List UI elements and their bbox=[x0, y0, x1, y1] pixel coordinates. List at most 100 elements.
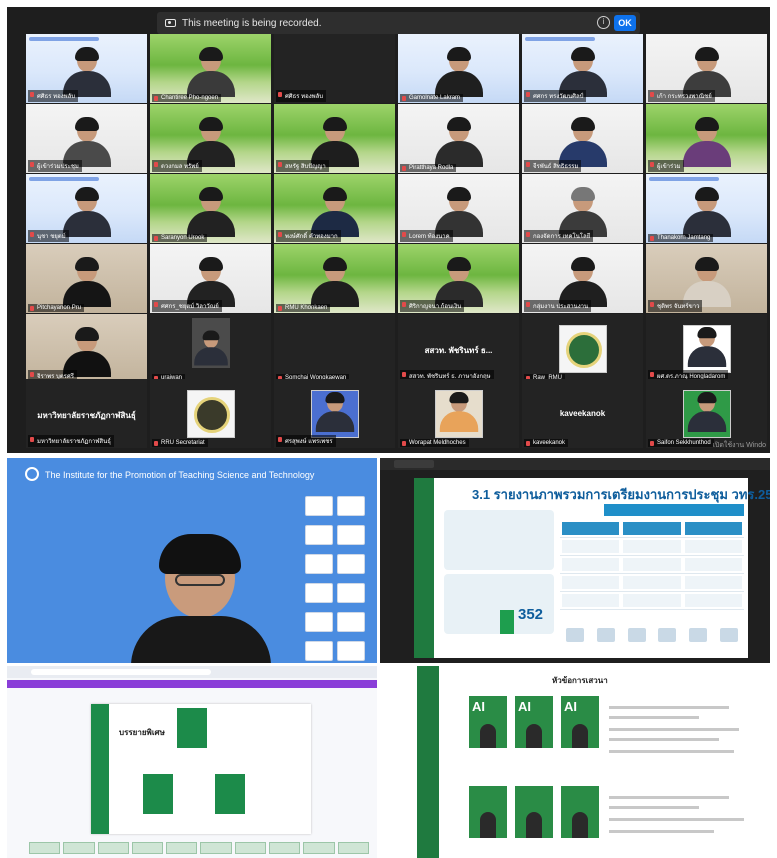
agenda-heading: หัวข้อการเสวนา bbox=[552, 676, 608, 685]
report-slide-panel: 3.1 รายงานภาพรวมการเตรียมงานการประชุม วท… bbox=[380, 458, 770, 663]
zoom-gallery: This meeting is being recorded. i OK ศศิ… bbox=[7, 7, 770, 453]
presentation-toolbar bbox=[380, 458, 770, 470]
page-thumbnails[interactable] bbox=[29, 842, 369, 854]
video-tile[interactable]: Thanakorn Jamtang bbox=[646, 174, 767, 243]
participant-name: Saifon Sekkhunthod bbox=[648, 439, 714, 447]
speaker-card bbox=[515, 786, 553, 838]
video-tile[interactable]: ผู้เข้าร่วมประชุม bbox=[26, 104, 147, 173]
video-tile[interactable]: ผศ.ดร.ภาณุ Hongladarom bbox=[646, 314, 767, 383]
video-tile[interactable]: Somchai Wongkaewan bbox=[274, 314, 395, 383]
participant-name: ศศกร ทรงวัฒนศิลป์ bbox=[524, 90, 587, 102]
partner-logo-icon bbox=[305, 583, 333, 603]
speaker-card bbox=[561, 786, 599, 838]
video-tile[interactable]: ศศกร_ชยุตม์ วิลาวัณย์ bbox=[150, 244, 271, 313]
video-tile[interactable]: Saifon Sekkhunthod bbox=[646, 379, 767, 448]
video-tile[interactable]: uraiwan bbox=[150, 314, 271, 383]
participant-name: RMU Khonkaen bbox=[276, 304, 331, 312]
video-tile[interactable]: Piratthaya Rodla bbox=[398, 104, 519, 173]
ipst-logo-icon bbox=[25, 467, 39, 481]
video-tile[interactable]: จิราพร บุตรศรี bbox=[26, 314, 147, 383]
video-tile[interactable]: kaveekanok kaveekanok bbox=[522, 379, 643, 448]
participant-name: มหาวิทยาลัยราชภัฏกาฬสินธุ์ bbox=[28, 435, 114, 447]
participant-name: Piratthaya Rodla bbox=[400, 164, 457, 172]
video-tile[interactable]: มหาวิทยาลัยราชภัฏกาฬสินธุ์ มหาวิทยาลัยราช… bbox=[26, 379, 147, 448]
speaker-card bbox=[143, 774, 173, 814]
partner-logo-icon bbox=[337, 612, 365, 632]
participant-name: Pitchayanon Pru bbox=[28, 304, 85, 312]
recording-text: This meeting is being recorded. bbox=[182, 17, 322, 29]
video-tile[interactable]: Saranyon Urook bbox=[150, 174, 271, 243]
agenda-slide-panel: หัวข้อการเสวนา AI AI AI bbox=[397, 666, 770, 858]
video-tile[interactable]: Chantiree Pho-ngoen bbox=[150, 34, 271, 103]
participant-name: ศศิธร ทองพลับ bbox=[276, 90, 327, 102]
video-tile[interactable]: Worapat Meldhoches bbox=[398, 379, 519, 448]
partner-logo-icon bbox=[305, 496, 333, 516]
video-tile[interactable]: Pitchayanon Pru bbox=[26, 244, 147, 313]
presentation-tab[interactable] bbox=[394, 460, 434, 468]
avatar bbox=[558, 324, 607, 373]
video-tile[interactable]: Gamolnate Lakram bbox=[398, 34, 519, 103]
video-tile[interactable]: ชุติพร จันทร์ขาว bbox=[646, 244, 767, 313]
partner-logo-icon bbox=[305, 641, 333, 661]
participant-name: กลุ่มงาน ประสานงาน bbox=[524, 300, 592, 312]
video-tile[interactable]: ศิริกาญจนา ก้อนเงิน bbox=[398, 244, 519, 313]
video-tile[interactable]: พงษ์ศักดิ์ คำทองมาก bbox=[274, 174, 395, 243]
slide-bar-mark bbox=[500, 610, 514, 634]
agenda-text-line bbox=[609, 818, 744, 821]
video-tile[interactable]: กองจัดการ เทคโนโลยี bbox=[522, 174, 643, 243]
windows-activation-watermark: เปิดใช้งาน Windo bbox=[712, 442, 766, 449]
ipst-title: The Institute for the Promotion of Teach… bbox=[45, 470, 315, 480]
participant-name: Thanakorn Jamtang bbox=[648, 234, 714, 242]
video-tile[interactable]: ศศิธร ทองพลับ bbox=[26, 34, 147, 103]
video-tile[interactable]: ศรสุพงษ์ แพรเพชร bbox=[274, 379, 395, 448]
participant-name: เก้า กระทรวงพาณิชย์ bbox=[648, 90, 715, 102]
avatar bbox=[186, 389, 235, 438]
video-tile[interactable]: สสวท. พัชรินทร์ ธ... สสวท. พัชรินทร์ ธ. ภ… bbox=[398, 314, 519, 383]
avatar bbox=[434, 389, 483, 438]
participant-name: Chantiree Pho-ngoen bbox=[152, 94, 222, 102]
editor-toolbar[interactable] bbox=[7, 680, 377, 688]
participant-name: ศิริกาญจนา ก้อนเงิน bbox=[400, 300, 465, 312]
info-icon[interactable]: i bbox=[597, 16, 610, 29]
slide-icon bbox=[688, 628, 707, 642]
participant-name: Worapat Meldhoches bbox=[400, 439, 469, 447]
participant-name: จีรพันธ์ สิทธิธรรม bbox=[524, 160, 582, 172]
video-tile[interactable]: เก้า กระทรวงพาณิชย์ bbox=[646, 34, 767, 103]
video-tile[interactable]: ดวงกมล ทรัพย์ bbox=[150, 104, 271, 173]
participant-name: ชุติพร จันทร์ขาว bbox=[648, 300, 703, 312]
speaker-card bbox=[215, 774, 245, 814]
design-canvas[interactable]: บรรยายพิเศษ bbox=[91, 704, 311, 834]
participant-name: ผู้เข้าร่วมประชุม bbox=[28, 160, 82, 172]
video-tile[interactable]: RMU Khonkaen bbox=[274, 244, 395, 313]
partner-logo-icon bbox=[337, 641, 365, 661]
partner-logo-icon bbox=[337, 496, 365, 516]
video-tile[interactable]: กลุ่มงาน ประสานงาน bbox=[522, 244, 643, 313]
video-tile[interactable]: ศศกร ทรงวัฒนศิลป์ bbox=[522, 34, 643, 103]
partner-logo-grid bbox=[303, 494, 369, 663]
slide-icon bbox=[596, 628, 615, 642]
recording-ok-button[interactable]: OK bbox=[614, 15, 636, 31]
video-tile[interactable]: RRU Secretariat bbox=[150, 379, 271, 448]
agenda-text-line bbox=[609, 738, 719, 741]
speaker-card bbox=[469, 786, 507, 838]
video-tile[interactable]: ผู้เข้าร่วม bbox=[646, 104, 767, 173]
slide-icon bbox=[566, 628, 585, 642]
speaker bbox=[131, 534, 271, 663]
slide-table bbox=[560, 520, 744, 612]
video-tile[interactable]: Lorem ท้องนาค bbox=[398, 174, 519, 243]
center-name-label: kaveekanok bbox=[559, 409, 606, 418]
slide-icon bbox=[627, 628, 646, 642]
slide-icon bbox=[658, 628, 677, 642]
partner-logo-icon bbox=[337, 583, 365, 603]
video-tile[interactable]: จีรพันธ์ สิทธิธรรม bbox=[522, 104, 643, 173]
video-tile[interactable]: สหรัฐ สิบปัญญา bbox=[274, 104, 395, 173]
participant-name: ศศิธร ทองพลับ bbox=[28, 90, 79, 102]
video-tile[interactable]: ศศิธร ทองพลับ bbox=[274, 34, 395, 103]
video-tile[interactable]: Raw_RMU bbox=[522, 314, 643, 383]
ipst-speaker-panel: The Institute for the Promotion of Teach… bbox=[7, 458, 377, 663]
address-bar[interactable] bbox=[31, 669, 211, 675]
browser-chrome bbox=[7, 666, 377, 678]
slide-icon bbox=[719, 628, 738, 642]
video-tile[interactable]: นุชา ชยุตม์ bbox=[26, 174, 147, 243]
partner-logo-icon bbox=[337, 554, 365, 574]
